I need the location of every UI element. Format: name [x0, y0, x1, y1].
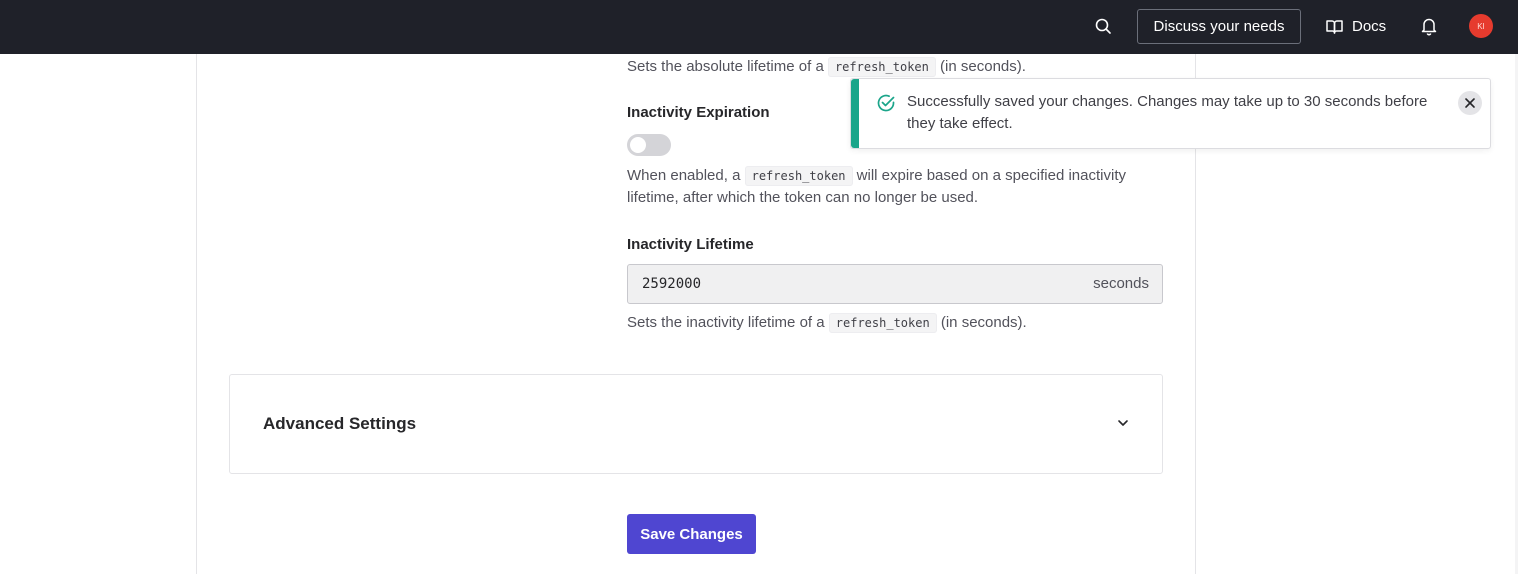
toast-accent-bar — [851, 79, 859, 148]
content-border-left — [196, 54, 197, 574]
description-text: (in seconds). — [936, 314, 1027, 331]
top-navbar: Discuss your needs Docs KI — [0, 0, 1518, 54]
check-circle-icon — [877, 94, 895, 112]
toast-close-button[interactable] — [1458, 91, 1482, 115]
toggle-knob — [630, 137, 646, 153]
description-text: Sets the absolute lifetime of a — [627, 58, 828, 75]
description-text: Sets the inactivity lifetime of a — [627, 314, 829, 331]
user-avatar[interactable]: KI — [1469, 14, 1493, 38]
save-changes-button[interactable]: Save Changes — [627, 514, 756, 554]
chevron-down-icon — [1118, 420, 1128, 426]
inactivity-expiration-label: Inactivity Expiration — [627, 104, 770, 121]
docs-link[interactable]: Docs — [1326, 16, 1386, 36]
advanced-settings-title: Advanced Settings — [263, 414, 417, 433]
refresh-token-code: refresh_token — [828, 313, 937, 333]
discuss-your-needs-button[interactable]: Discuss your needs — [1137, 9, 1301, 44]
inactivity-expiration-toggle[interactable] — [627, 134, 671, 156]
docs-label: Docs — [1352, 17, 1387, 35]
refresh-token-code: refresh_token — [744, 166, 853, 186]
description-text: (in seconds). — [935, 58, 1026, 75]
description-text: When enabled, a — [627, 167, 745, 184]
inactivity-lifetime-field: seconds — [627, 264, 1163, 304]
absolute-lifetime-description: Sets the absolute lifetime of a refresh_… — [627, 56, 1026, 78]
bell-icon[interactable] — [1420, 16, 1438, 36]
success-toast: Successfully saved your changes. Changes… — [850, 78, 1491, 149]
advanced-settings-accordion[interactable]: Advanced Settings — [229, 374, 1163, 474]
book-icon — [1326, 19, 1343, 34]
inactivity-lifetime-label: Inactivity Lifetime — [627, 236, 754, 253]
refresh-token-code: refresh_token — [827, 57, 936, 77]
inactivity-lifetime-description: Sets the inactivity lifetime of a refres… — [627, 312, 1027, 334]
inactivity-lifetime-input[interactable] — [642, 265, 1062, 303]
seconds-unit-label: seconds — [1093, 275, 1149, 292]
toast-message: Successfully saved your changes. Changes… — [907, 93, 1428, 132]
close-icon — [1465, 98, 1475, 108]
search-icon[interactable] — [1093, 16, 1113, 36]
inactivity-expiration-description: When enabled, a refresh_token will expir… — [627, 165, 1157, 209]
